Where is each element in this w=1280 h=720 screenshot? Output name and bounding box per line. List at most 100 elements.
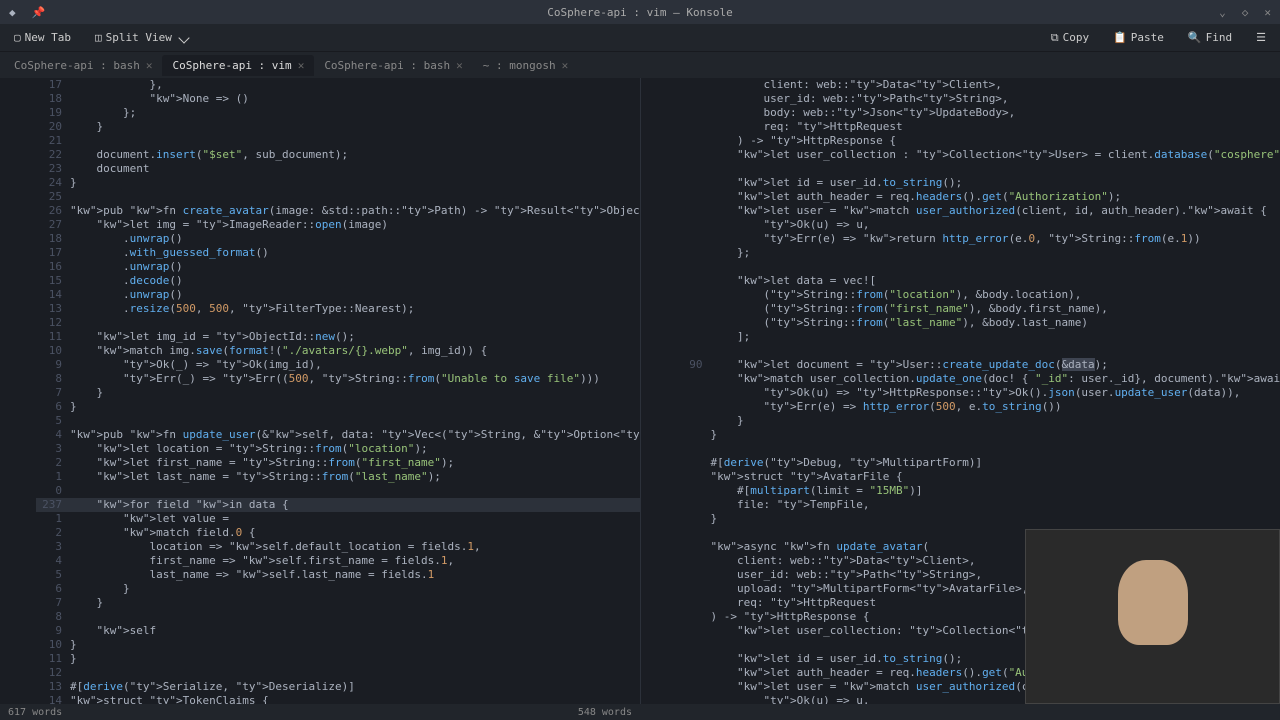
- split-icon: ◫: [95, 31, 102, 44]
- code-line: "kw">let id = user_id.to_string();: [677, 176, 1280, 190]
- code-line: 5: [36, 414, 640, 428]
- code-line: 5 last_name => "kw">self.last_name = fie…: [36, 568, 640, 582]
- maximize-icon[interactable]: ◇: [1238, 6, 1253, 19]
- code-line: 6}: [36, 400, 640, 414]
- tab-1[interactable]: CoSphere-api : vim✕: [162, 55, 314, 76]
- code-text: "kw">let first_name = "ty">String::from(…: [70, 456, 454, 469]
- code-text: }: [711, 512, 718, 525]
- code-text: ("ty">String::from("last_name"), &body.l…: [711, 316, 1089, 329]
- code-line: 7 }: [36, 386, 640, 400]
- code-text: client: web::"ty">Data<"ty">Client>,: [711, 554, 976, 567]
- find-button[interactable]: 🔍 Find: [1182, 29, 1238, 47]
- code-text: "kw">None => (): [70, 92, 249, 105]
- code-text: .unwrap(): [70, 260, 183, 273]
- tab-2[interactable]: CoSphere-api : bash ✕: [314, 55, 472, 76]
- code-text: "kw">let id = user_id.to_string();: [711, 652, 963, 665]
- code-line: "ty">Ok(u) => u,: [677, 218, 1280, 232]
- code-line: [677, 344, 1280, 358]
- code-text: .unwrap(): [70, 232, 183, 245]
- code-text: .decode(): [70, 274, 183, 287]
- line-number: 21: [36, 134, 62, 148]
- pin-icon[interactable]: 📌: [28, 6, 50, 19]
- code-line: 19 };: [36, 106, 640, 120]
- new-tab-button[interactable]: ▢ New Tab: [8, 29, 77, 46]
- line-number: 0: [36, 484, 62, 498]
- code-text: "kw">let img_id = "ty">ObjectId::new();: [70, 330, 355, 343]
- line-number: 3: [36, 540, 62, 554]
- close-icon[interactable]: ✕: [1260, 6, 1275, 19]
- copy-button[interactable]: ⧉ Copy: [1045, 29, 1095, 47]
- line-number: 8: [36, 372, 62, 386]
- code-line: 12: [36, 316, 640, 330]
- code-line: 4 first_name => "kw">self.first_name = f…: [36, 554, 640, 568]
- code-line: file: "ty">TempFile,: [677, 498, 1280, 512]
- tab-label: CoSphere-api : bash: [324, 59, 450, 72]
- code-line: #[derive("ty">Debug, "ty">MultipartForm)…: [677, 456, 1280, 470]
- code-text: #[derive("ty">Debug, "ty">MultipartForm)…: [711, 456, 983, 469]
- line-number: 14: [36, 288, 62, 302]
- menu-button[interactable]: ☰: [1250, 29, 1272, 47]
- code-text: };: [70, 106, 136, 119]
- code-text: }: [70, 652, 77, 665]
- split-view-button[interactable]: ◫ Split View: [89, 29, 194, 46]
- line-number: 1: [36, 512, 62, 526]
- titlebar: ◆ 📌 CoSphere-api : vim — Konsole ⌄ ◇ ✕: [0, 0, 1280, 24]
- tab-close-icon[interactable]: ✕: [298, 59, 305, 72]
- code-line: 20 }: [36, 120, 640, 134]
- code-text: ("ty">String::from("location"), &body.lo…: [711, 288, 1082, 301]
- code-line: ];: [677, 330, 1280, 344]
- code-line: 237 "kw">for field "kw">in data {: [36, 498, 640, 512]
- code-line: 8 "ty">Err(_) => "ty">Err((500, "ty">Str…: [36, 372, 640, 386]
- tab-0[interactable]: CoSphere-api : bash✕: [4, 55, 162, 76]
- code-text: "kw">match user_collection.update_one(do…: [711, 372, 1280, 385]
- code-text: }: [70, 400, 77, 413]
- code-text: "ty">Ok(u) => u,: [711, 694, 870, 704]
- code-text: "ty">Ok(u) => u,: [711, 218, 870, 231]
- code-line: 14"kw">struct "ty">TokenClaims {: [36, 694, 640, 704]
- line-number: 18: [36, 232, 62, 246]
- code-line: "kw">let auth_header = req.headers().get…: [677, 190, 1280, 204]
- code-line: 3 location => "kw">self.default_location…: [36, 540, 640, 554]
- code-text: }: [70, 176, 77, 189]
- line-number: 10: [36, 344, 62, 358]
- tab-close-icon[interactable]: ✕: [456, 59, 463, 72]
- new-tab-label: New Tab: [25, 31, 71, 44]
- minimize-icon[interactable]: ⌄: [1215, 6, 1230, 19]
- code-line: [677, 442, 1280, 456]
- tab-close-icon[interactable]: ✕: [146, 59, 153, 72]
- code-line: 4"kw">pub "kw">fn update_user(&"kw">self…: [36, 428, 640, 442]
- line-number: 13: [36, 680, 62, 694]
- line-number: 6: [36, 400, 62, 414]
- code-line: 13 .resize(500, 500, "ty">FilterType::Ne…: [36, 302, 640, 316]
- split-view-label: Split View: [106, 31, 172, 44]
- app-menu-icon[interactable]: ◆: [5, 6, 20, 19]
- code-text: first_name => "kw">self.first_name = fie…: [70, 554, 454, 567]
- tab-3[interactable]: ~ : mongosh✕: [473, 55, 578, 76]
- left-pane[interactable]: 17 },18 "kw">None => ()19 };20 }2122 doc…: [0, 78, 640, 704]
- code-text: "ty">Ok(_) => "ty">Ok(img_id),: [70, 358, 322, 371]
- code-text: ("ty">String::from("first_name"), &body.…: [711, 302, 1108, 315]
- code-line: ) -> "ty">HttpResponse {: [677, 134, 1280, 148]
- tab-close-icon[interactable]: ✕: [562, 59, 569, 72]
- code-text: .with_guessed_format(): [70, 246, 269, 259]
- code-text: "kw">let user_collection : "ty">Collecti…: [711, 148, 1280, 161]
- search-icon: 🔍: [1188, 31, 1202, 44]
- word-count-right: 548 words: [578, 707, 632, 718]
- tabbar: CoSphere-api : bash✕CoSphere-api : vim✕C…: [0, 52, 1280, 78]
- line-number: 2: [36, 456, 62, 470]
- line-number: 5: [36, 414, 62, 428]
- code-line: client: web::"ty">Data<"ty">Client>,: [677, 78, 1280, 92]
- line-number: 9: [36, 624, 62, 638]
- code-text: },: [70, 78, 163, 91]
- hamburger-icon: ☰: [1256, 31, 1266, 44]
- paste-button[interactable]: 📋 Paste: [1107, 29, 1170, 47]
- code-line: [677, 260, 1280, 274]
- line-number: 5: [36, 568, 62, 582]
- code-text: .unwrap(): [70, 288, 183, 301]
- code-line: 2 "kw">match field.0 {: [36, 526, 640, 540]
- code-text: }: [70, 120, 103, 133]
- code-line: 8: [36, 610, 640, 624]
- plus-icon: ▢: [14, 31, 21, 44]
- line-number: 12: [36, 666, 62, 680]
- code-line: [677, 162, 1280, 176]
